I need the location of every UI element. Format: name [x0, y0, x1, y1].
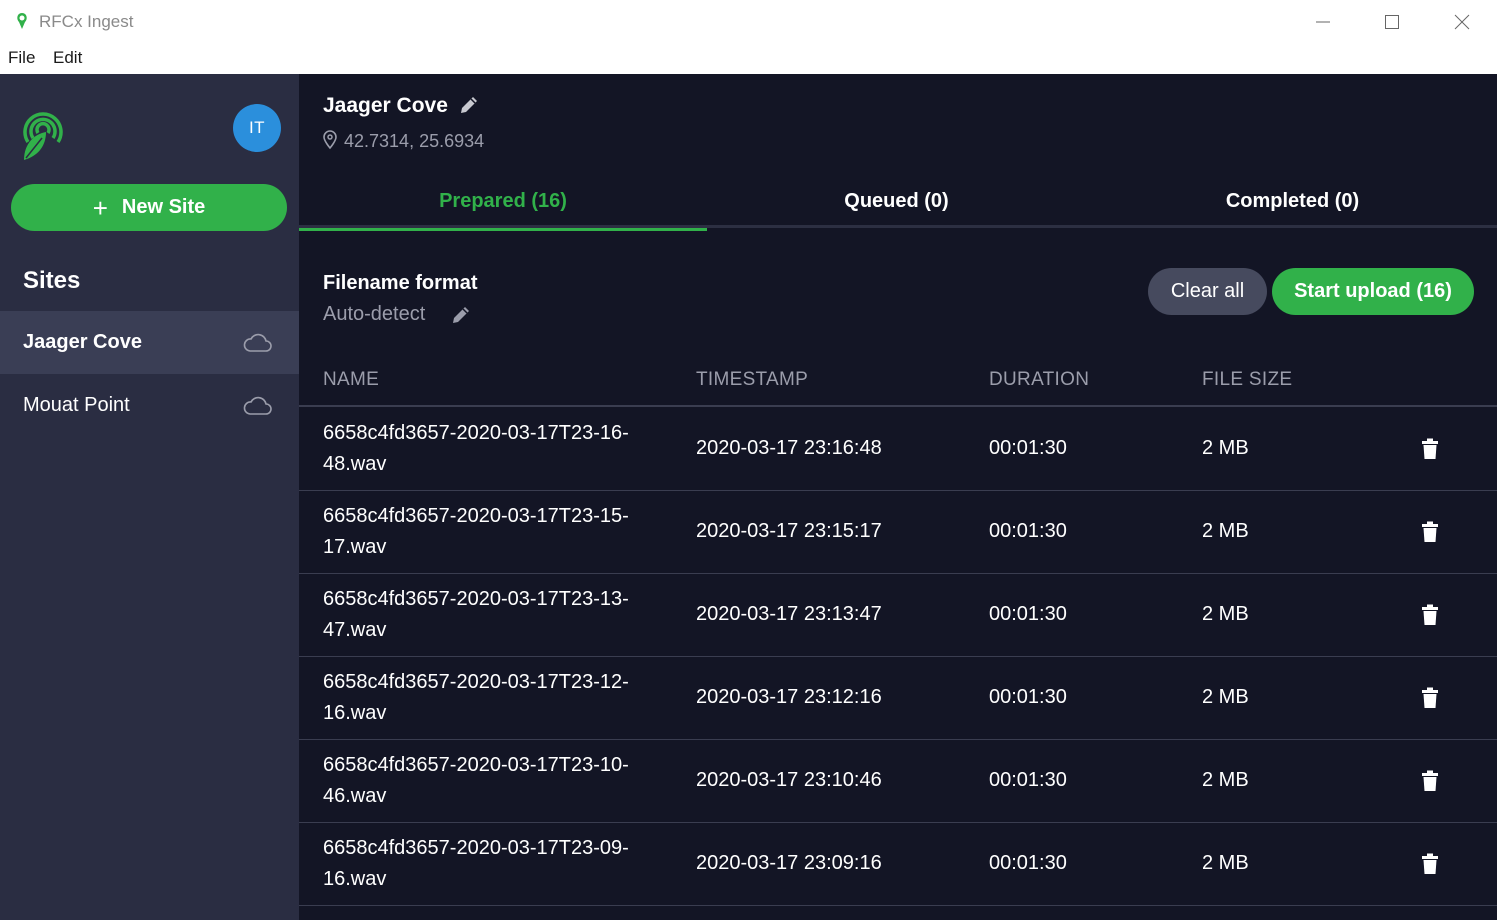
site-coordinates: 42.7314, 25.6934: [344, 131, 485, 151]
file-duration: 00:01:30: [989, 769, 1067, 791]
start-upload-button[interactable]: Start upload (16): [1272, 268, 1474, 315]
file-duration: 00:01:30: [989, 852, 1067, 874]
menu-edit[interactable]: Edit: [53, 48, 82, 68]
trash-icon[interactable]: [1421, 521, 1439, 543]
plus-icon: +: [92, 192, 108, 223]
cloud-icon: [243, 396, 272, 415]
cloud-icon: [243, 333, 272, 352]
file-duration: 00:01:30: [989, 603, 1067, 625]
tab-queued[interactable]: Queued (0): [697, 174, 1096, 228]
sidebar-item-mouat-point[interactable]: Mouat Point: [0, 374, 299, 437]
file-name: 6658c4fd3657-2020-03-17T23-16-48.wav: [323, 422, 629, 475]
file-name: 6658c4fd3657-2020-03-17T23-09-16.wav: [323, 837, 629, 890]
file-name: 6658c4fd3657-2020-03-17T23-10-46.wav: [323, 754, 629, 807]
new-site-button[interactable]: + New Site: [11, 184, 287, 231]
title-bar: RFCx Ingest: [0, 0, 1497, 44]
minimize-icon: [1316, 21, 1330, 23]
tab-bar: Prepared (16) Queued (0) Completed (0): [299, 174, 1497, 231]
table-row: 6658c4fd3657-2020-03-17T23-12-16.wav 202…: [299, 657, 1497, 740]
trash-icon[interactable]: [1421, 438, 1439, 460]
table-row: 6658c4fd3657-2020-03-17T23-13-47.wav 202…: [299, 574, 1497, 657]
maximize-icon: [1385, 15, 1399, 29]
close-icon: [1454, 14, 1470, 30]
location-pin-icon: [323, 130, 337, 150]
maximize-button[interactable]: [1357, 0, 1427, 44]
app-logo-icon: [17, 13, 27, 29]
file-size: 2 MB: [1202, 603, 1249, 625]
file-timestamp: 2020-03-17 23:09:16: [696, 852, 882, 874]
file-duration: 00:01:30: [989, 520, 1067, 542]
new-site-label: New Site: [121, 196, 206, 218]
file-timestamp: 2020-03-17 23:10:46: [696, 769, 882, 791]
clear-all-button[interactable]: Clear all: [1148, 268, 1267, 315]
column-header-timestamp[interactable]: TIMESTAMP: [696, 369, 808, 391]
file-name: 6658c4fd3657-2020-03-17T23-15-17.wav: [323, 505, 629, 558]
minimize-button[interactable]: [1288, 0, 1358, 44]
site-title: Jaager Cove: [323, 94, 448, 117]
sites-heading: Sites: [23, 267, 81, 294]
file-timestamp: 2020-03-17 23:13:47: [696, 603, 882, 625]
table-row: 6658c4fd3657-2020-03-17T23-16-48.wav 202…: [299, 408, 1497, 491]
file-name: 6658c4fd3657-2020-03-17T23-12-16.wav: [323, 671, 629, 724]
site-label: Jaager Cove: [23, 331, 142, 353]
trash-icon[interactable]: [1421, 604, 1439, 626]
file-size: 2 MB: [1202, 520, 1249, 542]
table-header: NAME TIMESTAMP DURATION FILE SIZE: [299, 359, 1497, 407]
table-row: 6658c4fd3657-2020-03-17T23-10-46.wav 202…: [299, 740, 1497, 823]
trash-icon[interactable]: [1421, 853, 1439, 875]
filename-format-label: Filename format: [323, 272, 478, 294]
trash-icon[interactable]: [1421, 687, 1439, 709]
user-avatar[interactable]: IT: [233, 104, 281, 152]
close-button[interactable]: [1427, 0, 1497, 44]
menu-bar: File Edit: [0, 44, 1497, 74]
file-timestamp: 2020-03-17 23:12:16: [696, 686, 882, 708]
column-header-name[interactable]: NAME: [323, 369, 379, 391]
site-label: Mouat Point: [23, 394, 130, 416]
filename-format-value: Auto-detect: [323, 303, 426, 325]
pencil-icon[interactable]: [450, 304, 472, 326]
column-header-file-size[interactable]: FILE SIZE: [1202, 369, 1292, 391]
tab-completed[interactable]: Completed (0): [1093, 174, 1492, 228]
file-name: 6658c4fd3657-2020-03-17T23-13-47.wav: [323, 588, 629, 641]
table-row: 6658c4fd3657-2020-03-17T23-09-16.wav 202…: [299, 823, 1497, 906]
file-size: 2 MB: [1202, 769, 1249, 791]
window-title: RFCx Ingest: [39, 12, 134, 31]
file-size: 2 MB: [1202, 852, 1249, 874]
tab-prepared[interactable]: Prepared (16): [299, 174, 707, 231]
sidebar: IT + New Site Sites Jaager Cove Mouat Po…: [0, 74, 299, 920]
menu-file[interactable]: File: [8, 48, 35, 68]
table-row: 6658c4fd3657-2020-03-17T23-15-17.wav 202…: [299, 491, 1497, 574]
column-header-duration[interactable]: DURATION: [989, 369, 1089, 391]
file-duration: 00:01:30: [989, 686, 1067, 708]
file-timestamp: 2020-03-17 23:16:48: [696, 437, 882, 459]
pencil-icon[interactable]: [458, 94, 480, 116]
file-duration: 00:01:30: [989, 437, 1067, 459]
file-size: 2 MB: [1202, 437, 1249, 459]
file-timestamp: 2020-03-17 23:15:17: [696, 520, 882, 542]
trash-icon[interactable]: [1421, 770, 1439, 792]
file-size: 2 MB: [1202, 686, 1249, 708]
sidebar-item-jaager-cove[interactable]: Jaager Cove: [0, 311, 299, 374]
main-panel: Jaager Cove 42.7314, 25.6934 Prepared (1…: [299, 74, 1497, 920]
rfcx-logo-icon: [23, 112, 63, 160]
